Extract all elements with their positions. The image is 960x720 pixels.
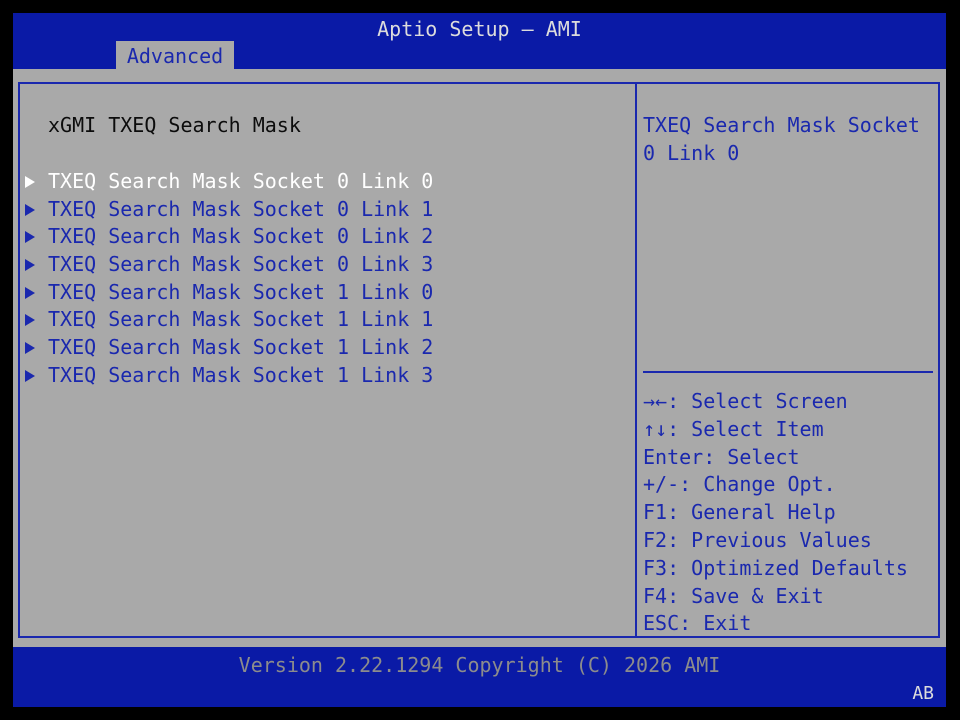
menu-item-socket1-link0[interactable]: TXEQ Search Mask Socket 1 Link 0 — [23, 279, 433, 307]
key-esc-exit: ESC: Exit — [643, 611, 752, 636]
menu-item-label: TXEQ Search Mask Socket 0 Link 3 — [48, 252, 434, 277]
key-select-item: ↑↓: Select Item — [643, 416, 824, 441]
footer-bar: Version 2.22.1294 Copyright (C) 2026 AMI… — [13, 647, 946, 707]
menu-item-socket0-link1[interactable]: TXEQ Search Mask Socket 0 Link 1 — [23, 196, 433, 224]
menu-item-socket1-link1[interactable]: TXEQ Search Mask Socket 1 Link 1 — [23, 306, 433, 334]
submenu-arrow-icon — [23, 223, 48, 251]
menu-item-label: TXEQ Search Mask Socket 0 Link 0 — [48, 169, 434, 193]
submenu-arrow-icon — [23, 251, 48, 279]
menu-item-socket0-link0[interactable]: TXEQ Search Mask Socket 0 Link 0 — [23, 168, 433, 196]
vertical-divider — [635, 82, 637, 638]
version-text: Version 2.22.1294 Copyright (C) 2026 AMI — [238, 653, 721, 677]
tab-advanced[interactable]: Advanced — [116, 41, 234, 71]
help-divider — [643, 371, 933, 373]
submenu-arrow-icon — [23, 279, 48, 307]
app-title: Aptio Setup – AMI — [377, 17, 582, 41]
key-change-opt: +/-: Change Opt. — [643, 472, 836, 497]
submenu-arrow-icon — [23, 362, 48, 390]
key-select-screen: →←: Select Screen — [643, 389, 848, 413]
bios-screen: Aptio Setup – AMI Advanced xGMI TXEQ Sea… — [13, 13, 946, 707]
page-title: xGMI TXEQ Search Mask — [48, 113, 301, 137]
menu-item-label: TXEQ Search Mask Socket 1 Link 0 — [48, 279, 434, 304]
submenu-arrow-icon — [23, 334, 48, 362]
key-enter-select: Enter: Select — [643, 444, 800, 469]
menu-item-label: TXEQ Search Mask Socket 0 Link 2 — [48, 224, 434, 249]
help-text: TXEQ Search Mask Socket 0 Link 0 — [643, 113, 920, 165]
menu-item-socket1-link3[interactable]: TXEQ Search Mask Socket 1 Link 3 — [23, 362, 433, 390]
menu-item-socket0-link3[interactable]: TXEQ Search Mask Socket 0 Link 3 — [23, 251, 433, 279]
key-previous-values: F2: Previous Values — [643, 527, 872, 552]
key-save-exit: F4: Save & Exit — [643, 583, 824, 608]
main-panel: xGMI TXEQ Search Mask TXEQ Search Mask S… — [13, 69, 946, 647]
menu-item-socket0-link2[interactable]: TXEQ Search Mask Socket 0 Link 2 — [23, 223, 433, 251]
submenu-arrow-icon — [23, 168, 48, 196]
menu-item-socket1-link2[interactable]: TXEQ Search Mask Socket 1 Link 2 — [23, 334, 433, 362]
header-bar: Aptio Setup – AMI Advanced — [13, 13, 946, 71]
menu-item-label: TXEQ Search Mask Socket 0 Link 1 — [48, 196, 434, 221]
key-optimized-defaults: F3: Optimized Defaults — [643, 555, 908, 580]
menu-item-label: TXEQ Search Mask Socket 1 Link 3 — [48, 362, 434, 387]
menu-item-label: TXEQ Search Mask Socket 1 Link 2 — [48, 335, 434, 360]
submenu-list: TXEQ Search Mask Socket 0 Link 0 TXEQ Se… — [23, 168, 433, 390]
status-badge: AB — [912, 683, 934, 704]
submenu-arrow-icon — [23, 196, 48, 224]
key-general-help: F1: General Help — [643, 500, 836, 525]
submenu-arrow-icon — [23, 306, 48, 334]
menu-item-label: TXEQ Search Mask Socket 1 Link 1 — [48, 307, 434, 332]
key-legend: →←: Select Screen ↑↓: Select Item Enter:… — [643, 388, 908, 638]
